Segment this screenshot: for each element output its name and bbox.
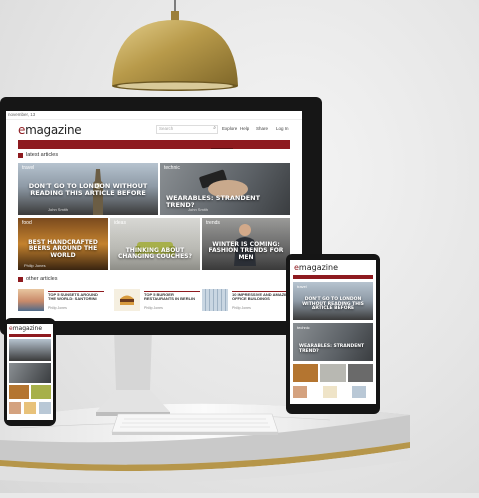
tablet-mini-tile-1[interactable] — [293, 364, 318, 382]
latest-heading: latest articles — [26, 152, 59, 158]
tablet-tag-technic: technic — [297, 325, 310, 330]
featured-article-beers[interactable]: food BEST HANDCRAFTED BEERS AROUND THE W… — [18, 218, 108, 270]
other-article-sunsets[interactable]: TOP 5 SUNSETS AROUND THE WORLD: SANTORIN… — [18, 289, 108, 313]
other-article-buildings[interactable]: 10 IMPRESSIVE AND AMAZING OFFICE BUILDIN… — [202, 289, 294, 313]
other-article-burgers[interactable]: TOP 5 BURGER RESTAURANTS IN BERLIN Phili… — [114, 289, 204, 313]
tablet-nav-bar — [293, 275, 373, 279]
featured-article-london[interactable]: travel DON'T GO TO LONDON WITHOUT READIN… — [18, 163, 158, 215]
keyboard — [110, 410, 280, 436]
other-title-bar — [48, 291, 104, 292]
burger-thumbnail — [114, 289, 140, 311]
tag-food: food — [22, 220, 32, 226]
phone-screen: emagazine — [7, 324, 53, 420]
pendant-lamp — [100, 0, 250, 95]
featured-meta-london: John Smith — [48, 207, 69, 212]
sunset-thumbnail — [18, 289, 44, 311]
menu-explore[interactable]: Explore — [222, 126, 237, 131]
tag-travel: travel — [22, 165, 35, 171]
other-heading-marker — [18, 277, 23, 282]
search-input[interactable]: Search — [159, 126, 173, 131]
tag-trends: trends — [206, 220, 220, 226]
other-heading: other articles — [26, 276, 58, 282]
other-meta-buildings: Philip Jones — [232, 306, 251, 310]
nav-trends[interactable]: trends — [145, 148, 160, 149]
search-box[interactable]: Search ⌕ — [156, 125, 218, 134]
featured-title-london: DON'T GO TO LONDON WITHOUT READING THIS … — [28, 182, 148, 197]
phone-tile-london[interactable] — [9, 339, 51, 361]
other-title-sunsets: TOP 5 SUNSETS AROUND THE WORLD: SANTORIN… — [48, 293, 98, 302]
phone-tile-burger[interactable] — [24, 402, 36, 414]
featured-title-fashion: WINTER IS COMING: FASHION TRENDS FOR MEN — [208, 241, 284, 261]
nav-fashion[interactable]: fashion — [176, 148, 194, 149]
nav-ideas[interactable]: ideas — [115, 148, 128, 149]
monitor-screen: november, 13 emagazine Search ⌕ Explore … — [6, 111, 302, 321]
nav-bar: travel technic food ideas trends fashion… — [18, 140, 290, 149]
other-title-burgers: TOP 5 BURGER RESTAURANTS IN BERLIN — [144, 293, 196, 302]
top-divider — [6, 119, 302, 120]
tag-ideas: ideas — [114, 220, 126, 226]
tablet-mini-tile-6[interactable] — [352, 386, 366, 398]
nav-games[interactable]: games — [210, 148, 234, 149]
nav-technic[interactable]: technic — [54, 148, 71, 149]
tablet-logo[interactable]: emagazine — [294, 263, 338, 272]
tablet-title-wearables: WEARABLES: STRANDENT TREND? — [299, 344, 365, 354]
tablet-logo-text: magazine — [298, 263, 339, 272]
mockup-scene: november, 13 emagazine Search ⌕ Explore … — [0, 0, 479, 493]
tablet-tag-travel: travel — [297, 284, 307, 289]
latest-heading-marker — [18, 153, 23, 158]
featured-title-wearables: WEARABLES: STRANDENT TREND? — [166, 194, 261, 209]
menu-help[interactable]: Help — [240, 126, 249, 131]
other-meta-burgers: Philip Jones — [144, 306, 163, 310]
featured-article-fashion[interactable]: trends WINTER IS COMING: FASHION TRENDS … — [202, 218, 290, 270]
phone-nav-bar — [9, 334, 51, 337]
search-icon[interactable]: ⌕ — [213, 125, 216, 131]
phone-tile-sunset[interactable] — [9, 402, 21, 414]
other-meta-sunsets: Philip Jones — [48, 306, 67, 310]
tablet-mini-tile-4[interactable] — [293, 386, 307, 398]
featured-article-wearables[interactable]: technic WEARABLES: STRANDENT TREND? John… — [160, 163, 290, 215]
monitor-stand — [92, 330, 174, 422]
tablet-mini-tile-3[interactable] — [348, 364, 373, 382]
marble-pedestal — [0, 380, 479, 493]
phone: emagazine — [4, 318, 56, 426]
featured-meta-beers: Philip Jones — [24, 263, 46, 268]
featured-meta-wearables: John Smith — [188, 207, 209, 212]
phone-tile-couches[interactable] — [31, 385, 51, 399]
site-logo[interactable]: emagazine — [18, 123, 81, 137]
building-thumbnail — [202, 289, 228, 311]
other-title-buildings: 10 IMPRESSIVE AND AMAZING OFFICE BUILDIN… — [232, 293, 292, 302]
featured-title-beers: BEST HANDCRAFTED BEERS AROUND THE WORLD — [28, 239, 98, 259]
phone-tile-wearables[interactable] — [9, 363, 51, 383]
other-title-bar-2 — [144, 291, 200, 292]
tablet-tile-london[interactable]: travel DON'T GO TO LONDON WITHOUT READIN… — [293, 282, 373, 320]
featured-article-couches[interactable]: ideas THINKING ABOUT CHANGING COUCHES? — [110, 218, 200, 270]
phone-tile-beers[interactable] — [9, 385, 29, 399]
nav-travel[interactable]: travel — [24, 148, 37, 149]
tablet-title-london: DON'T GO TO LONDON WITHOUT READING THIS … — [302, 297, 364, 312]
menu-share[interactable]: Share — [256, 126, 268, 131]
phone-logo[interactable]: emagazine — [9, 325, 42, 332]
nav-food[interactable]: food — [88, 148, 99, 149]
tablet-mini-tile-5[interactable] — [323, 386, 337, 398]
tablet: emagazine travel DON'T GO TO LONDON WITH… — [286, 254, 380, 414]
phone-tile-building[interactable] — [39, 402, 51, 414]
phone-logo-text: magazine — [12, 325, 43, 332]
header-date: november, 13 — [8, 112, 36, 117]
logo-text: magazine — [25, 123, 82, 137]
tablet-screen: emagazine travel DON'T GO TO LONDON WITH… — [290, 260, 376, 404]
tag-technic: technic — [164, 165, 180, 171]
tablet-tile-wearables[interactable]: technic WEARABLES: STRANDENT TREND? — [293, 323, 373, 361]
menu-login[interactable]: Log In — [276, 126, 289, 131]
featured-title-couches: THINKING ABOUT CHANGING COUCHES? — [118, 247, 192, 261]
monitor: november, 13 emagazine Search ⌕ Explore … — [0, 97, 322, 335]
other-title-bar-3 — [232, 291, 288, 292]
tablet-mini-tile-2[interactable] — [320, 364, 346, 382]
